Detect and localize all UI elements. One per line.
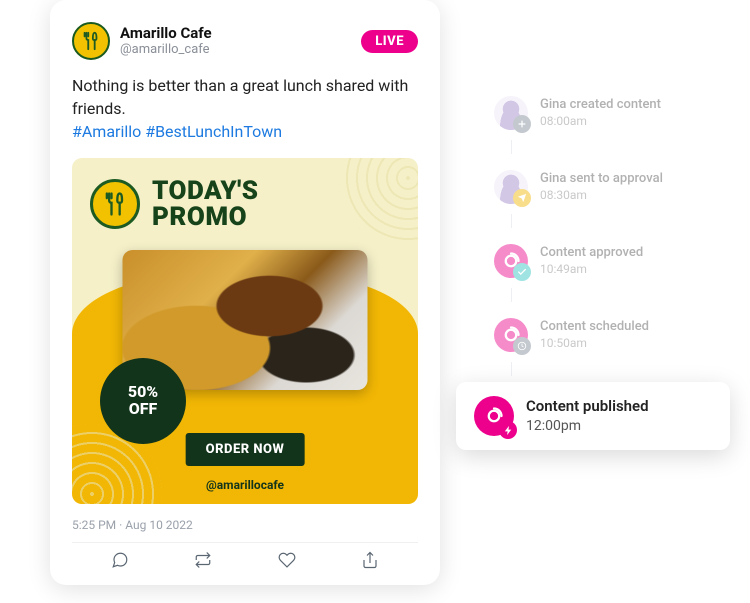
discount-badge: 50% OFF bbox=[100, 358, 186, 444]
promo-image[interactable]: TODAY'S PROMO 50% OFF ORDER NOW @amarill… bbox=[72, 158, 418, 504]
promo-logo bbox=[90, 179, 140, 229]
tweet-body-text: Nothing is better than a great lunch sha… bbox=[72, 76, 408, 118]
timeline-icon bbox=[494, 318, 528, 352]
timeline-text: Content approved10:49am bbox=[540, 245, 643, 276]
timeline-title: Gina sent to approval bbox=[540, 171, 663, 187]
account-avatar[interactable] bbox=[72, 22, 110, 60]
timeline-connector bbox=[511, 214, 512, 228]
tweet-hashtags[interactable]: #Amarillo #BestLunchInTown bbox=[72, 122, 282, 141]
promo-title: TODAY'S PROMO bbox=[152, 178, 258, 230]
account-handle: @amarillo_cafe bbox=[120, 42, 351, 58]
tweet-header: Amarillo Cafe @amarillo_cafe LIVE bbox=[72, 22, 418, 60]
check-badge-icon bbox=[513, 263, 531, 281]
timeline-title: Content approved bbox=[540, 245, 643, 261]
timeline-connector bbox=[511, 288, 512, 302]
account-name: Amarillo Cafe bbox=[120, 24, 351, 42]
tweet-card: Amarillo Cafe @amarillo_cafe LIVE Nothin… bbox=[50, 0, 440, 585]
like-icon[interactable] bbox=[278, 551, 296, 569]
discount-off: OFF bbox=[129, 401, 158, 418]
tweet-body: Nothing is better than a great lunch sha… bbox=[72, 74, 418, 144]
timeline-item[interactable]: Content scheduled10:50am bbox=[480, 308, 730, 362]
timeline-item[interactable]: Gina sent to approval08:30am bbox=[480, 160, 730, 214]
timeline-icon bbox=[474, 396, 514, 436]
timeline-text: Gina created content08:00am bbox=[540, 97, 661, 128]
account-block[interactable]: Amarillo Cafe @amarillo_cafe bbox=[120, 24, 351, 58]
timeline-icon bbox=[494, 244, 528, 278]
timeline-connector bbox=[511, 140, 512, 154]
timeline-item[interactable]: Content approved10:49am bbox=[480, 234, 730, 288]
timeline-time: 10:49am bbox=[540, 262, 643, 277]
timeline-connector bbox=[511, 362, 512, 376]
timeline-title: Gina created content bbox=[540, 97, 661, 113]
clock-badge-icon bbox=[513, 337, 531, 355]
promo-handle: @amarillocafe bbox=[206, 478, 284, 492]
timeline-text: Gina sent to approval08:30am bbox=[540, 171, 663, 202]
timeline-item[interactable]: Content published 12:00pm bbox=[456, 382, 730, 450]
activity-timeline: Gina created content08:00am Gina sent to … bbox=[480, 86, 730, 470]
bolt-badge-icon bbox=[499, 421, 517, 439]
timeline-icon bbox=[494, 170, 528, 204]
tweet-timestamp[interactable]: 5:25 PM · Aug 10 2022 bbox=[72, 518, 418, 532]
timeline-icon bbox=[494, 96, 528, 130]
send-badge-icon bbox=[513, 189, 531, 207]
plus-badge-icon bbox=[513, 115, 531, 133]
live-badge: LIVE bbox=[361, 30, 418, 53]
timeline-text: Content scheduled10:50am bbox=[540, 319, 649, 350]
reply-icon[interactable] bbox=[111, 551, 129, 569]
fork-spoon-icon bbox=[80, 30, 102, 52]
fork-spoon-icon bbox=[101, 190, 129, 218]
retweet-icon[interactable] bbox=[194, 551, 212, 569]
tweet-action-bar bbox=[72, 542, 418, 571]
timeline-time: 10:50am bbox=[540, 336, 649, 351]
timeline-time: 08:00am bbox=[540, 114, 661, 129]
share-icon[interactable] bbox=[361, 551, 379, 569]
timeline-text: Content published 12:00pm bbox=[526, 397, 649, 435]
timeline-item[interactable]: Gina created content08:00am bbox=[480, 86, 730, 140]
timeline-title: Content published bbox=[526, 397, 649, 416]
timeline-title: Content scheduled bbox=[540, 319, 649, 335]
timeline-time: 12:00pm bbox=[526, 418, 649, 436]
order-now-button[interactable]: ORDER NOW bbox=[186, 433, 305, 466]
promo-title-line2: PROMO bbox=[152, 202, 247, 232]
timeline-time: 08:30am bbox=[540, 188, 663, 203]
